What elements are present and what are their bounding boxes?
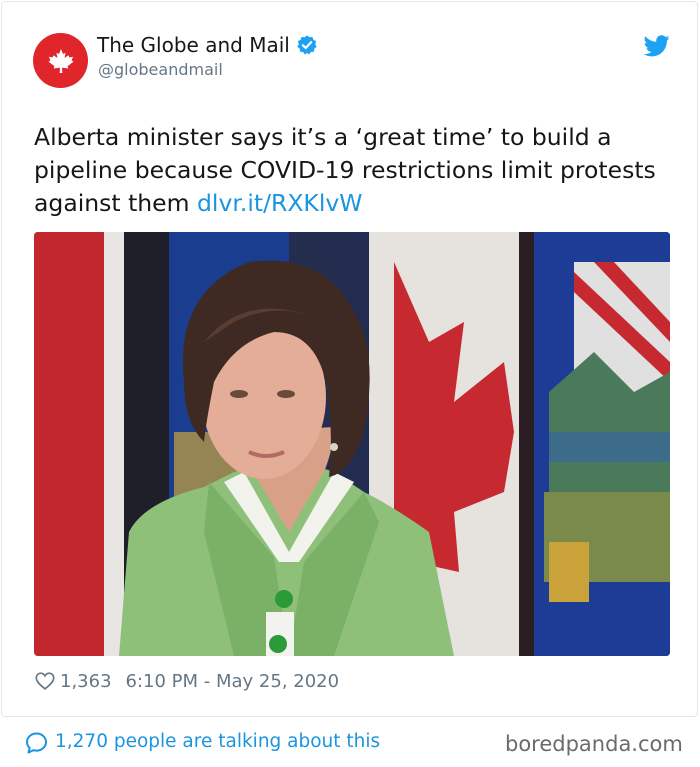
heart-icon[interactable]	[34, 670, 56, 692]
watermark: boredpanda.com	[505, 732, 683, 756]
speech-bubble-icon[interactable]	[24, 731, 49, 755]
tweet-link[interactable]: dlvr.it/RXKlvW	[197, 189, 363, 217]
tweet-text: Alberta minister says it’s a ‘great time…	[34, 121, 684, 220]
tweet-card: The Globe and Mail @globeandmail Alberta…	[1, 1, 698, 717]
timestamp[interactable]: 6:10 PM - May 25, 2020	[126, 671, 340, 692]
tweet-meta: 1,363 6:10 PM - May 25, 2020	[34, 668, 339, 694]
news-photo	[34, 232, 670, 656]
tweet-photo[interactable]	[34, 232, 670, 656]
maple-leaf-icon	[48, 48, 73, 73]
talking-link[interactable]: 1,270 people are talking about this	[55, 731, 380, 752]
footer: 1,270 people are talking about this bore…	[1, 717, 698, 766]
author-name-text: The Globe and Mail	[97, 33, 290, 57]
verified-badge-icon	[297, 35, 317, 55]
twitter-bird-icon[interactable]	[644, 35, 670, 57]
avatar[interactable]	[33, 33, 88, 88]
like-count[interactable]: 1,363	[60, 671, 112, 692]
author-handle[interactable]: @globeandmail	[98, 60, 223, 79]
author-name[interactable]: The Globe and Mail	[97, 33, 318, 57]
